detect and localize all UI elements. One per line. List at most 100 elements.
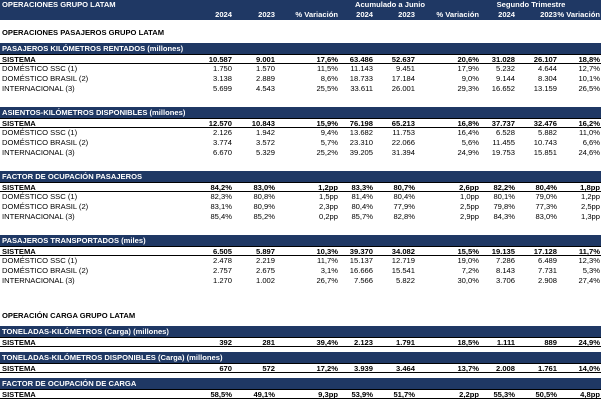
table-cell: 15.137 <box>349 256 373 265</box>
table-cell: 2.219 <box>255 256 275 265</box>
table-row: DOMÉSTICO BRASIL (2) 3.138 2.889 8,6% 18.733… <box>0 74 601 84</box>
table-cell: 6.489 <box>537 256 557 265</box>
table-row-total: SISTEMA 58,5% 49,1% 9,3pp 53,9% 51,7% 2,2pp 55,… <box>0 389 601 399</box>
table-cell: 10,1% <box>578 74 600 83</box>
table-cell: 37.737 <box>491 119 515 128</box>
table-cell: 15,9% <box>316 119 338 128</box>
table-row-total: SISTEMA 392 281 39,4% 2.123 1.791 18,5% 1.111 88… <box>0 337 601 347</box>
table-cell: 19.135 <box>491 247 515 256</box>
table-cell: 81,4% <box>351 192 373 201</box>
row-label: INTERNACIONAL (3) <box>2 276 75 285</box>
table-cell: 85,7% <box>351 212 373 221</box>
table-cell: 34.082 <box>391 247 415 256</box>
table-cell: 27,4% <box>578 276 600 285</box>
table-cell: 392 <box>219 338 232 347</box>
table-cell: 9.144 <box>495 74 515 83</box>
table-cell: 13,7% <box>457 364 479 373</box>
table-cell: 79,8% <box>493 202 515 211</box>
table-cell: 53,9% <box>351 390 373 399</box>
table-cell: 3.706 <box>495 276 515 285</box>
section-title: ASIENTOS-KILÓMETROS DISPONIBLES (millone… <box>2 108 186 117</box>
table-cell: 5,6% <box>461 138 479 147</box>
table-cell: 10.843 <box>251 119 275 128</box>
table-cell: 14,0% <box>578 364 600 373</box>
row-label: INTERNACIONAL (3) <box>2 212 75 221</box>
report-header-groups: OPERACIONES GRUPO LATAM Acumulado a Juni… <box>0 0 601 10</box>
table-cell: 11.455 <box>492 138 515 147</box>
table-cell: 1,2pp <box>580 192 600 201</box>
row-label: DOMÉSTICO SSC (1) <box>2 128 78 137</box>
table-cell: 1,3pp <box>580 212 600 221</box>
table-cell: 80,9% <box>253 202 275 211</box>
group-header-quarter: Segundo Trimestre <box>496 0 566 9</box>
table-cell: 26,7% <box>316 276 338 285</box>
row-label: SISTEMA <box>2 338 36 347</box>
row-label: SISTEMA <box>2 119 36 128</box>
table-cell: 80,1% <box>493 192 515 201</box>
table-cell: 7.566 <box>353 276 373 285</box>
table-cell: 1,0pp <box>459 192 479 201</box>
table-cell: 83,1% <box>210 202 232 211</box>
section-title: FACTOR DE OCUPACIÓN PASAJEROS <box>2 172 143 181</box>
operations-report: OPERACIONES GRUPO LATAM Acumulado a Juni… <box>0 0 601 407</box>
table-cell: 11,0% <box>579 128 600 137</box>
table-cell: 2.675 <box>255 266 275 275</box>
table-cell: 29,3% <box>457 84 479 93</box>
table-cell: 31.394 <box>391 148 415 157</box>
table-cell: 5,3% <box>582 266 600 275</box>
table-cell: 11.143 <box>350 64 373 73</box>
table-cell: 16.666 <box>349 266 373 275</box>
table-cell: 1,8pp <box>580 183 600 192</box>
row-label: SISTEMA <box>2 55 36 64</box>
table-cell: 1.761 <box>537 364 557 373</box>
table-cell: 5.882 <box>537 128 557 137</box>
table-cell: 83,0% <box>535 212 557 221</box>
table-cell: 1.942 <box>255 128 275 137</box>
section-title: TONELADAS-KILÓMETROS (Carga) (millones) <box>2 327 169 336</box>
table-row-total: SISTEMA 10.587 9.001 17,6% 63.486 52.637 20,6%… <box>0 54 601 64</box>
table-row: INTERNACIONAL (3) 5.699 4.543 25,5% 33.611 26… <box>0 84 601 94</box>
table-row: DOMÉSTICO SSC (1) 2.126 1.942 9,4% 13.682 11.… <box>0 128 601 138</box>
table-cell: 26.107 <box>533 55 557 64</box>
table-cell: 8.304 <box>537 74 557 83</box>
table-cell: 572 <box>262 364 275 373</box>
table-cell: 11,7% <box>317 256 338 265</box>
table-cell: 17,6% <box>316 55 338 64</box>
table-cell: 24,6% <box>578 148 600 157</box>
table-cell: 25,2% <box>316 148 338 157</box>
table-cell: 39,4% <box>316 338 338 347</box>
table-cell: 4,8pp <box>580 390 600 399</box>
col-header: 2024 <box>498 10 515 19</box>
row-label: SISTEMA <box>2 390 36 399</box>
table-cell: 10,3% <box>316 247 338 256</box>
table-cell: 1.750 <box>212 64 232 73</box>
table-cell: 1,2pp <box>318 183 338 192</box>
table-cell: 76.198 <box>349 119 373 128</box>
table-cell: 2.008 <box>495 364 515 373</box>
passenger-title: OPERACIONES PASAJEROS GRUPO LATAM <box>2 28 165 37</box>
table-cell: 51,7% <box>393 390 415 399</box>
table-cell: 80,4% <box>535 183 557 192</box>
section-title: PASAJEROS TRANSPORTADOS (miles) <box>2 236 146 245</box>
table-cell: 11.753 <box>392 128 415 137</box>
table-row: DOMÉSTICO BRASIL (2) 3.774 3.572 5,7% 23.310… <box>0 138 601 148</box>
table-cell: 25,5% <box>316 84 338 93</box>
table-cell: 9,3pp <box>318 390 338 399</box>
table-cell: 58,5% <box>210 390 232 399</box>
passenger-title-row: OPERACIONES PASAJEROS GRUPO LATAM <box>0 28 601 38</box>
table-cell: 8.143 <box>495 266 515 275</box>
table-cell: 39.205 <box>349 148 373 157</box>
table-cell: 49,1% <box>253 390 275 399</box>
table-cell: 7.731 <box>537 266 557 275</box>
table-cell: 2.478 <box>212 256 232 265</box>
row-label: SISTEMA <box>2 247 36 256</box>
table-cell: 80,8% <box>253 192 275 201</box>
row-label: INTERNACIONAL (3) <box>2 148 75 157</box>
table-cell: 16,2% <box>578 119 600 128</box>
row-label: DOMÉSTICO BRASIL (2) <box>2 138 89 147</box>
table-cell: 10.743 <box>533 138 557 147</box>
table-cell: 83,0% <box>253 183 275 192</box>
table-cell: 16,8% <box>457 119 479 128</box>
cargo-title: OPERACIÓN CARGA GRUPO LATAM <box>2 311 136 320</box>
table-cell: 8,6% <box>320 74 338 83</box>
